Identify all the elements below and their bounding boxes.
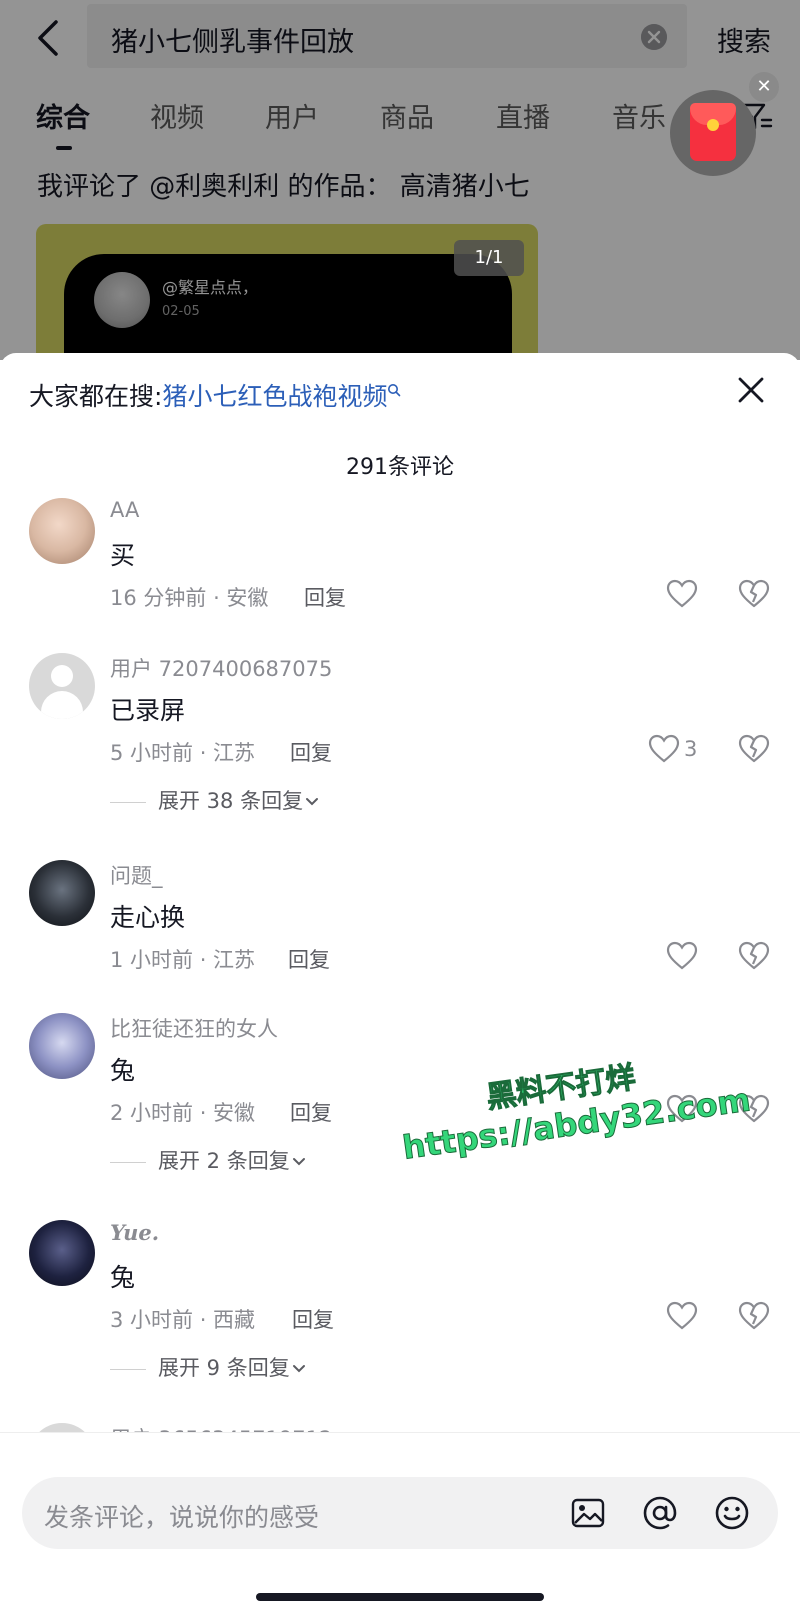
avatar[interactable] <box>29 1220 95 1286</box>
red-packet-icon[interactable] <box>670 90 756 176</box>
expand-replies-label: 展开 2 条回复 <box>158 1149 290 1173</box>
search-mini-icon <box>388 384 401 397</box>
broken-heart-icon[interactable] <box>738 1300 770 1332</box>
chevron-down-icon <box>306 798 319 806</box>
heart-icon[interactable] <box>666 1300 698 1332</box>
comment-input[interactable]: 发条评论，说说你的感受 <box>22 1477 778 1549</box>
heart-icon[interactable] <box>666 578 698 610</box>
reply-button[interactable]: 回复 <box>292 1304 334 1334</box>
comment-count: 291条评论 <box>346 455 454 480</box>
expand-replies-button[interactable]: 展开 9 条回复 <box>110 1352 306 1382</box>
comment-meta: 16 分钟前 · 安徽 <box>110 586 269 610</box>
expand-replies-button[interactable]: 展开 2 条回复 <box>110 1145 306 1175</box>
red-packet-close-icon[interactable]: ✕ <box>749 72 779 102</box>
dim-overlay[interactable] <box>0 0 800 360</box>
broken-heart-icon[interactable] <box>738 578 770 610</box>
comment-text: 兔 <box>110 1263 136 1292</box>
trending-term[interactable]: 猪小七红色战袍视频 <box>162 382 387 411</box>
image-icon[interactable] <box>570 1495 606 1531</box>
avatar[interactable] <box>29 860 95 926</box>
comment-username[interactable]: 问题_ <box>110 860 163 890</box>
avatar[interactable] <box>29 498 95 564</box>
trending-label: 大家都在搜: <box>29 382 163 411</box>
envelope <box>690 103 736 161</box>
broken-heart-icon[interactable] <box>738 733 770 765</box>
home-indicator <box>256 1593 544 1601</box>
comment-meta: 3 小时前 · 西藏 <box>110 1308 256 1332</box>
chevron-down-icon <box>292 1365 305 1373</box>
comment-text: 兔 <box>110 1056 136 1085</box>
avatar[interactable] <box>29 1013 95 1079</box>
close-icon[interactable] <box>736 375 766 405</box>
reply-button[interactable]: 回复 <box>290 1097 332 1127</box>
comment-username[interactable]: 比狂徒还狂的女人 <box>110 1013 278 1043</box>
comment-text: 已录屏 <box>110 696 186 725</box>
broken-heart-icon[interactable] <box>738 940 770 972</box>
comment-sheet: 大家都在搜:猪小七红色战袍视频 291条评论 AA 买 16 分钟前 · 安徽 … <box>0 353 800 1602</box>
image-count-badge: 1/1 <box>454 240 524 276</box>
emoji-icon[interactable] <box>714 1495 750 1531</box>
reply-button[interactable]: 回复 <box>288 944 330 974</box>
avatar[interactable] <box>29 653 95 719</box>
comment-username[interactable]: Yue. <box>110 1220 159 1245</box>
at-icon[interactable] <box>642 1495 678 1531</box>
expand-replies-button[interactable]: 展开 38 条回复 <box>110 785 319 815</box>
comment-username[interactable]: 用户 7207400687075 <box>110 653 332 683</box>
trending-search[interactable]: 大家都在搜:猪小七红色战袍视频 <box>29 377 401 413</box>
comment-meta: 2 小时前 · 安徽 <box>110 1101 256 1125</box>
reply-button[interactable]: 回复 <box>304 582 346 612</box>
comment-meta: 1 小时前 · 江苏 <box>110 948 256 972</box>
comment-input-placeholder: 发条评论，说说你的感受 <box>44 1503 320 1532</box>
comment-input-bar: 发条评论，说说你的感受 <box>0 1432 800 1602</box>
expand-replies-label: 展开 38 条回复 <box>158 789 304 813</box>
comment-username[interactable]: AA <box>110 498 139 522</box>
expand-replies-label: 展开 9 条回复 <box>158 1356 290 1380</box>
chevron-down-icon <box>292 1158 305 1166</box>
comment-text: 买 <box>110 541 136 570</box>
like-count: 3 <box>684 737 698 761</box>
comment-meta: 5 小时前 · 江苏 <box>110 741 256 765</box>
heart-icon[interactable] <box>666 940 698 972</box>
reply-button[interactable]: 回复 <box>290 737 332 767</box>
comment-text: 走心换 <box>110 903 186 932</box>
heart-icon[interactable] <box>648 733 680 765</box>
